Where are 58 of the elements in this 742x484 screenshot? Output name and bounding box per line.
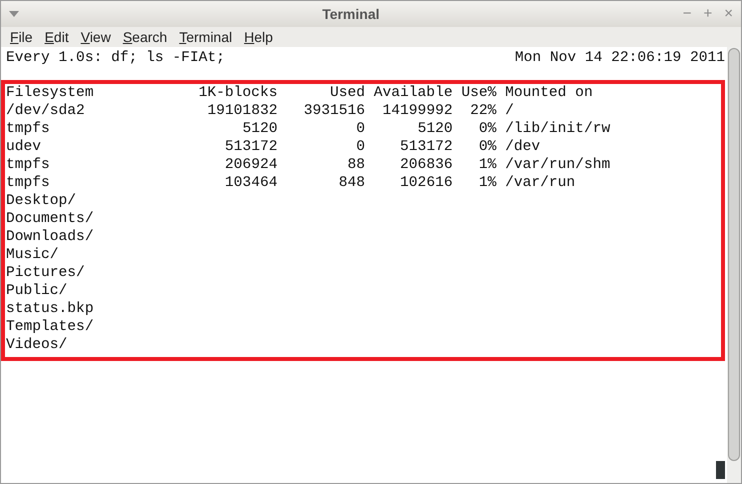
table-cell-text: 206836 [399,156,453,174]
table-cell-text: 1% [478,156,496,174]
timestamp: Mon Nov 14 22:06:19 2011 [514,49,725,67]
menu-item[interactable]: Edit [44,26,69,48]
table-cell-text: 0% [478,138,496,156]
table-cell-text: 513172 [399,138,453,156]
table-cell-text: 206924 [224,156,278,174]
table-cell-text: 848 [338,174,366,192]
file-name: Music/ [6,246,59,264]
file-name: Documents/ [6,210,94,228]
table-cell-text: 1% [478,174,496,192]
table-cell-text: 102616 [399,174,453,192]
window-menu-icon[interactable] [9,11,19,17]
file-name: Pictures/ [6,264,85,282]
column-header: Use% [460,84,496,102]
column-header: Mounted on [504,84,593,102]
table-cell-text: 513172 [224,138,278,156]
file-name: Downloads/ [6,228,94,246]
file-name: Videos/ [6,336,68,354]
table-cell-text: udev [6,138,42,156]
table-cell-text: 0% [478,120,496,138]
scrollbar[interactable] [727,47,741,483]
table-cell-text: 22% [469,102,496,120]
menu-item[interactable]: Search [122,26,168,48]
table-cell-text: 0 [355,120,366,138]
table-cell-text: /var/run [504,174,576,192]
table-cell-text: 14199992 [382,102,453,120]
column-header: 1K-blocks [198,84,278,102]
table-cell-text: 5120 [241,120,278,138]
file-name: Public/ [6,282,68,300]
window-title: Terminal [321,4,380,24]
table-cell-text: tmpfs [6,156,51,174]
table-cell-text: /dev [504,138,540,156]
table-cell-text: 0 [355,138,366,156]
table-cell-text: tmpfs [6,174,51,192]
menu-item[interactable]: File [10,26,33,48]
file-name: Desktop/ [6,192,76,210]
column-header: Used [329,84,366,102]
column-header: Available [372,84,453,102]
menu-item[interactable]: Terminal [179,26,232,48]
column-header: Filesystem [6,84,95,102]
file-name: Templates/ [6,318,94,336]
table-cell-text: 88 [346,156,366,174]
table-cell-text: 3931516 [302,102,366,120]
table-cell-text: 19101832 [206,102,278,120]
scrollbar-thumb[interactable] [728,48,740,461]
table-cell-text: /var/run/shm [504,156,610,174]
table-cell-text: tmpfs [6,120,51,138]
table-cell-text: / [504,102,514,120]
cursor [716,461,725,479]
command-line: Every 1.0s: df; ls -FIAt; [6,49,225,67]
table-cell-text: 103464 [224,174,278,192]
menu-item[interactable]: View [80,26,111,48]
table-cell-text: /lib/init/rw [504,120,610,138]
menu-item[interactable]: Help [244,26,273,48]
file-name: status.bkp [6,300,94,318]
table-cell-text: /dev/sda2 [6,102,86,120]
table-cell-text: 5120 [416,120,453,138]
